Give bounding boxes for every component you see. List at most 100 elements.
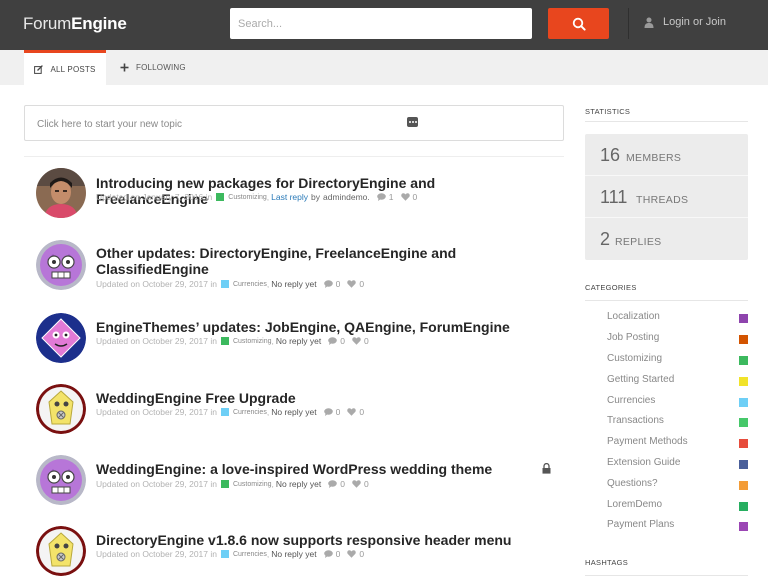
last-reply-link[interactable]: Last reply — [271, 192, 308, 202]
thread-item: Introducing new packages for DirectoryEn… — [24, 168, 564, 224]
like-count: 0 — [352, 336, 369, 346]
comment-icon — [323, 280, 333, 288]
comment-count: 0 — [323, 279, 341, 289]
category-color-swatch — [739, 335, 748, 344]
like-count: 0 — [352, 479, 369, 489]
category-color-swatch — [739, 418, 748, 427]
updated-text: Updated on January 7, 2016 in — [96, 192, 213, 202]
category-link[interactable]: Customizing — [228, 194, 267, 201]
category-item[interactable]: Job Posting — [607, 332, 748, 346]
like-count-value: 0 — [363, 479, 369, 489]
category-label: Localization — [607, 311, 660, 322]
by-text: by — [311, 192, 320, 202]
category-color-swatch — [739, 377, 748, 386]
lock-icon — [542, 462, 551, 474]
sidebar-divider — [585, 121, 748, 122]
login-link[interactable]: Login or Join — [644, 16, 726, 28]
yellow-face-avatar[interactable] — [36, 384, 86, 434]
site-logo[interactable]: ForumEngine — [23, 14, 127, 34]
category-item[interactable]: Extension Guide — [607, 457, 748, 471]
hashtags-heading: HASHTAGS — [585, 558, 629, 567]
thread-title[interactable]: Introducing new packages for DirectoryEn… — [96, 175, 546, 207]
search-input[interactable] — [230, 8, 532, 39]
like-count: 0 — [400, 192, 417, 202]
purple-face-avatar[interactable] — [36, 240, 86, 290]
category-item[interactable]: Questions? — [607, 478, 748, 492]
like-count: 0 — [347, 279, 364, 289]
updated-text: Updated on October 29, 2017 in — [96, 549, 217, 559]
more-options-icon[interactable] — [407, 117, 418, 127]
comment-count-value: 0 — [340, 336, 345, 346]
category-item[interactable]: Localization — [607, 311, 748, 325]
thread-item: EngineThemes’ updates: JobEngine, QAEngi… — [24, 313, 564, 369]
reply-status: No reply yet — [271, 279, 317, 289]
logo-text-bold: Engine — [71, 14, 127, 33]
like-count-value: 0 — [359, 407, 365, 417]
thread-title[interactable]: Other updates: DirectoryEngine, Freelanc… — [96, 245, 546, 277]
category-link[interactable]: Currencies — [233, 281, 267, 288]
user-icon — [644, 17, 654, 28]
category-label: Currencies — [607, 395, 656, 406]
category-link[interactable]: Currencies — [233, 551, 267, 558]
category-color-swatch — [216, 193, 225, 201]
thread-title[interactable]: EngineThemes’ updates: JobEngine, QAEngi… — [96, 319, 546, 335]
comment-count-value: 0 — [335, 407, 341, 417]
comment-count-value: 1 — [388, 192, 394, 202]
category-link[interactable]: Currencies — [233, 409, 267, 416]
heart-icon[interactable] — [352, 480, 361, 488]
statistics-heading: STATISTICS — [585, 107, 631, 116]
comment-count-value: 0 — [340, 479, 345, 489]
tab-all-posts[interactable]: ALL POSTS — [24, 50, 106, 85]
thread-meta: Updated on October 29, 2017 in Currencie… — [96, 279, 365, 289]
category-item[interactable]: LoremDemo — [607, 499, 748, 513]
category-color-swatch — [739, 356, 748, 365]
heart-icon[interactable] — [352, 337, 361, 345]
heart-icon[interactable] — [400, 193, 410, 201]
category-item[interactable]: Customizing — [607, 353, 748, 367]
like-count: 0 — [347, 549, 364, 559]
new-topic-composer[interactable]: Click here to start your new topic — [24, 105, 564, 141]
comment-count-value: 0 — [335, 279, 341, 289]
category-item[interactable]: Payment Plans — [607, 519, 748, 533]
updated-text: Updated on October 29, 2017 in — [96, 479, 217, 489]
reply-status: No reply yet — [271, 549, 317, 559]
heart-icon[interactable] — [347, 408, 357, 416]
category-color-swatch — [739, 314, 748, 323]
thread-title-line2: ClassifiedEngine — [96, 261, 209, 277]
diamond-face-avatar[interactable] — [36, 313, 86, 363]
thread-title[interactable]: WeddingEngine: a love-inspired WordPress… — [96, 461, 546, 477]
search-button[interactable] — [548, 8, 609, 39]
category-item[interactable]: Currencies — [607, 395, 748, 409]
comment-count: 1 — [376, 192, 394, 202]
like-count: 0 — [347, 407, 364, 417]
comment-icon — [323, 550, 333, 558]
sidebar-divider — [585, 300, 748, 301]
category-item[interactable]: Transactions — [607, 415, 748, 429]
category-link[interactable]: Customizing — [233, 338, 272, 345]
category-item[interactable]: Payment Methods — [607, 436, 748, 450]
category-label: LoremDemo — [607, 499, 663, 510]
category-label: Customizing — [607, 353, 663, 364]
category-item[interactable]: Getting Started — [607, 374, 748, 388]
thread-lock — [542, 461, 551, 479]
updated-text: Updated on October 29, 2017 in — [96, 407, 217, 417]
purple-face-avatar[interactable] — [36, 455, 86, 505]
comment-icon — [376, 193, 386, 201]
thread-title[interactable]: WeddingEngine Free Upgrade — [96, 390, 546, 406]
tab-following-label: FOLLOWING — [136, 63, 186, 72]
category-link[interactable]: Customizing — [233, 481, 272, 488]
thread-title[interactable]: DirectoryEngine v1.8.6 now supports resp… — [96, 532, 546, 548]
author-link[interactable]: admindemo. — [323, 192, 370, 202]
tab-following[interactable]: FOLLOWING — [118, 50, 186, 85]
search-icon — [572, 17, 586, 31]
tab-all-posts-label: ALL POSTS — [50, 64, 96, 74]
heart-icon[interactable] — [347, 280, 357, 288]
heart-icon[interactable] — [347, 550, 357, 558]
category-label: Extension Guide — [607, 457, 681, 468]
updated-text: Updated on October 29, 2017 in — [96, 336, 217, 346]
thread-meta: Updated on October 29, 2017 in Customizi… — [96, 479, 369, 489]
yellow-face-avatar[interactable] — [36, 526, 86, 576]
like-count-value: 0 — [359, 279, 365, 289]
photo-avatar[interactable] — [36, 168, 86, 218]
reply-status: No reply yet — [275, 479, 322, 489]
